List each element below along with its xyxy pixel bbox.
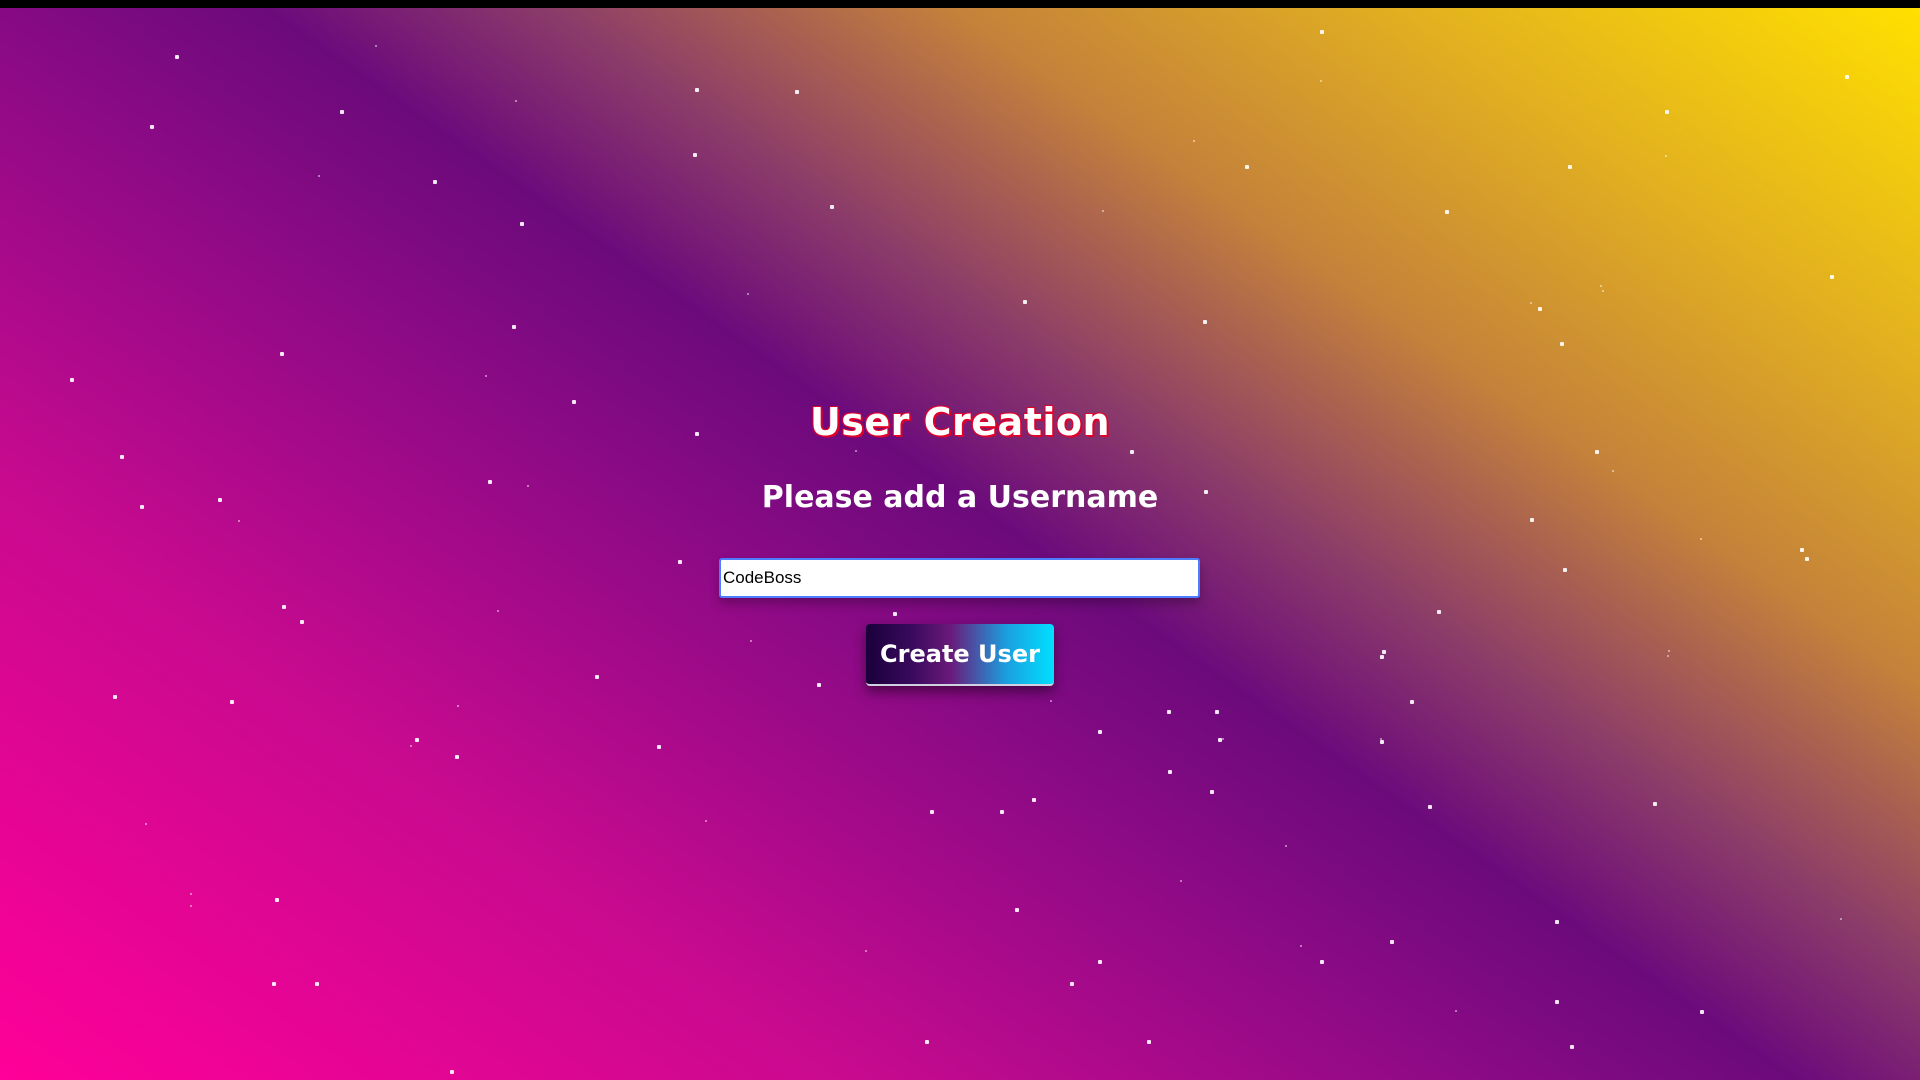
create-user-button[interactable]: Create User	[866, 624, 1054, 686]
user-creation-panel: User Creation Please add a Username Crea…	[0, 0, 1920, 1080]
page-title: User Creation	[809, 400, 1111, 444]
browser-top-bar	[0, 0, 1920, 8]
page-subtitle: Please add a Username	[761, 480, 1159, 515]
username-input[interactable]	[719, 558, 1200, 598]
